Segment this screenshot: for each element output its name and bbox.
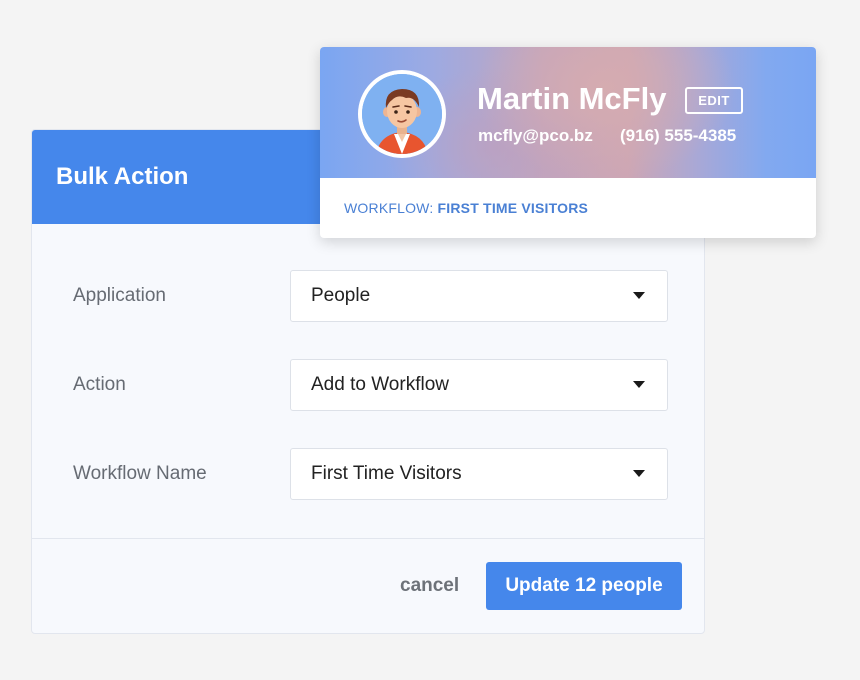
application-row: Application People (32, 270, 704, 322)
workflow-prefix: WORKFLOW: (344, 200, 434, 216)
profile-card: Martin McFly EDIT mcfly@pco.bz (916) 555… (320, 47, 816, 238)
workflow-name-select-value: First Time Visitors (311, 463, 462, 484)
caret-down-icon (633, 292, 645, 299)
person-email: mcfly@pco.bz (478, 126, 593, 145)
profile-banner: Martin McFly EDIT mcfly@pco.bz (916) 555… (320, 47, 816, 178)
action-select[interactable]: Add to Workflow (290, 359, 668, 411)
workflow-name-label: Workflow Name (73, 463, 207, 484)
workflow-link[interactable]: FIRST TIME VISITORS (438, 200, 589, 216)
cancel-button[interactable]: cancel (400, 562, 459, 610)
workflow-name-row: Workflow Name First Time Visitors (32, 448, 704, 500)
application-label: Application (73, 285, 166, 306)
caret-down-icon (633, 381, 645, 388)
workflow-name-select[interactable]: First Time Visitors (290, 448, 668, 500)
person-name: Martin McFly (477, 81, 667, 116)
person-avatar-icon (362, 74, 442, 154)
application-select[interactable]: People (290, 270, 668, 322)
avatar (358, 70, 446, 158)
caret-down-icon (633, 470, 645, 477)
footer-divider (32, 538, 704, 539)
edit-button[interactable]: EDIT (685, 87, 743, 114)
action-select-value: Add to Workflow (311, 374, 449, 395)
action-row: Action Add to Workflow (32, 359, 704, 411)
action-label: Action (73, 374, 126, 395)
person-phone: (916) 555-4385 (620, 126, 737, 145)
application-select-value: People (311, 285, 371, 306)
workflow-info: WORKFLOW: FIRST TIME VISITORS (344, 200, 588, 216)
update-people-button[interactable]: Update 12 people (486, 562, 682, 610)
